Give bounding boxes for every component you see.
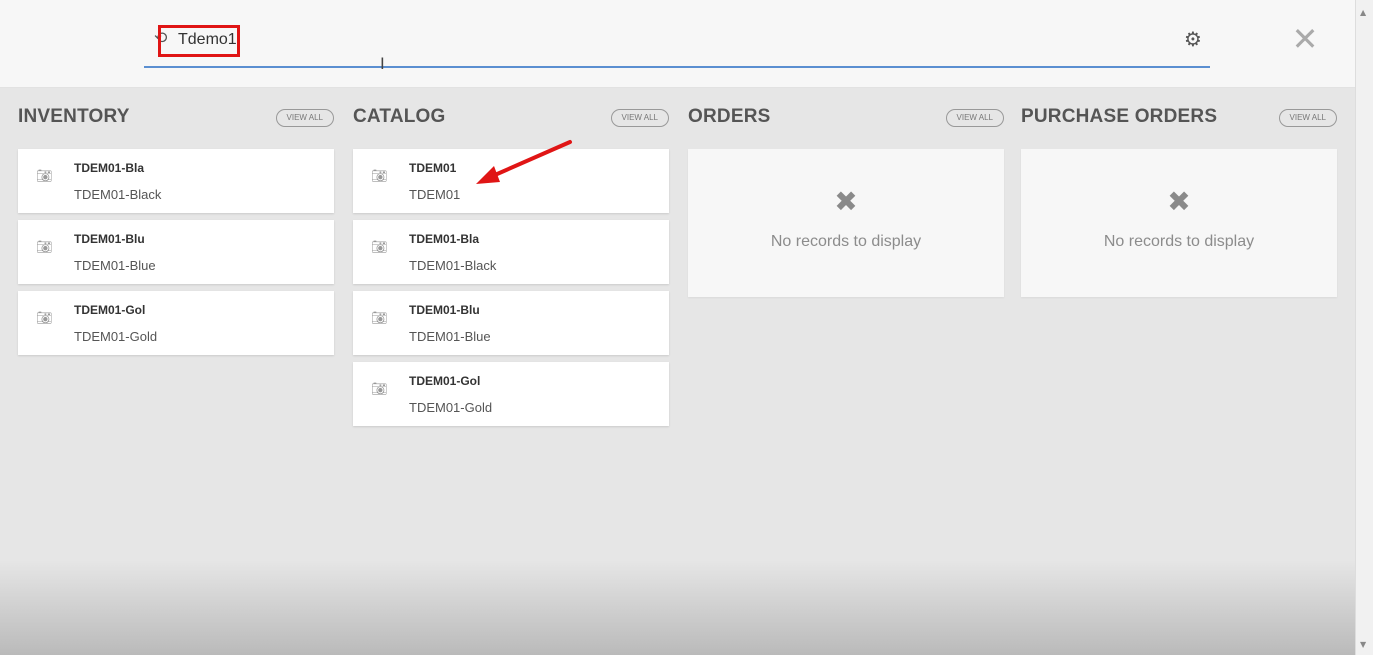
search-input[interactable] [178,28,778,52]
annotation-arrow [476,140,572,184]
item-name: TDEM01-Blue [409,329,491,344]
gear-icon[interactable]: ⚙ [1182,28,1204,50]
list-item[interactable]: 📷︎ TDEM01-Blu TDEM01-Blue [18,220,334,284]
item-code: TDEM01-Bla [409,232,480,246]
item-name: TDEM01 [409,187,461,202]
inventory-column: INVENTORY VIEW ALL 📷︎ TDEM01-Bla TDEM01-… [18,100,334,355]
item-code: TDEM01-Bla [74,161,145,175]
list-item[interactable]: 📷︎ TDEM01-Bla TDEM01-Black [353,220,669,284]
column-title: PURCHASE ORDERS [1021,106,1218,127]
empty-state: ✖ No records to display [1021,149,1337,297]
camera-icon: 📷︎ [36,240,53,255]
close-icon[interactable]: ✕ [1290,23,1320,55]
purchase-orders-column: PURCHASE ORDERS VIEW ALL ✖ No records to… [1021,100,1337,297]
view-all-button[interactable]: VIEW ALL [1278,109,1337,127]
item-code: TDEM01-Blu [74,232,145,246]
camera-icon: 📷︎ [36,311,53,326]
camera-icon: 📷︎ [371,240,388,255]
column-title: CATALOG [353,106,446,127]
column-header: CATALOG VIEW ALL [353,100,669,136]
list-item[interactable]: 📷︎ TDEM01-Gol TDEM01-Gold [18,291,334,355]
column-title: INVENTORY [18,106,130,127]
column-header: PURCHASE ORDERS VIEW ALL [1021,100,1337,136]
view-all-button[interactable]: VIEW ALL [610,109,669,127]
item-code: TDEM01-Gol [409,374,481,388]
column-title: ORDERS [688,106,771,127]
vertical-scrollbar[interactable]: ▲ ▼ [1355,0,1373,655]
view-all-button[interactable]: VIEW ALL [275,109,334,127]
no-records-icon: ✖ [834,185,858,218]
empty-message: No records to display [1103,233,1255,250]
column-header: INVENTORY VIEW ALL [18,100,334,136]
empty-state: ✖ No records to display [688,149,1004,297]
column-header: ORDERS VIEW ALL [688,100,1004,136]
scroll-up-icon[interactable]: ▲ [1360,8,1366,17]
search-header: ⟲ I ⚙ ✕ [0,0,1355,88]
list-item[interactable]: 📷︎ TDEM01-Gol TDEM01-Gold [353,362,669,426]
orders-column: ORDERS VIEW ALL ✖ No records to display [688,100,1004,297]
camera-icon: 📷︎ [371,382,388,397]
list-item[interactable]: 📷︎ TDEM01-Blu TDEM01-Blue [353,291,669,355]
camera-icon: 📷︎ [371,311,388,326]
empty-message: No records to display [770,233,922,250]
view-all-button[interactable]: VIEW ALL [945,109,1004,127]
camera-icon: 📷︎ [371,169,388,184]
item-name: TDEM01-Blue [74,258,156,273]
item-name: TDEM01-Gold [409,400,493,415]
camera-icon: 📷︎ [36,169,53,184]
history-icon: ⟲ [154,30,168,47]
item-code: TDEM01-Blu [409,303,480,317]
list-item[interactable]: 📷︎ TDEM01-Bla TDEM01-Black [18,149,334,213]
item-name: TDEM01-Black [409,258,497,273]
text-cursor-icon: I [380,54,385,73]
item-name: TDEM01-Black [74,187,162,202]
item-code: TDEM01-Gol [74,303,146,317]
bottom-shadow [0,560,1355,655]
search-field[interactable]: ⟲ [144,22,1210,68]
item-name: TDEM01-Gold [74,329,158,344]
no-records-icon: ✖ [1167,185,1191,218]
scroll-down-icon[interactable]: ▼ [1360,640,1366,649]
item-code: TDEM01 [409,161,457,175]
